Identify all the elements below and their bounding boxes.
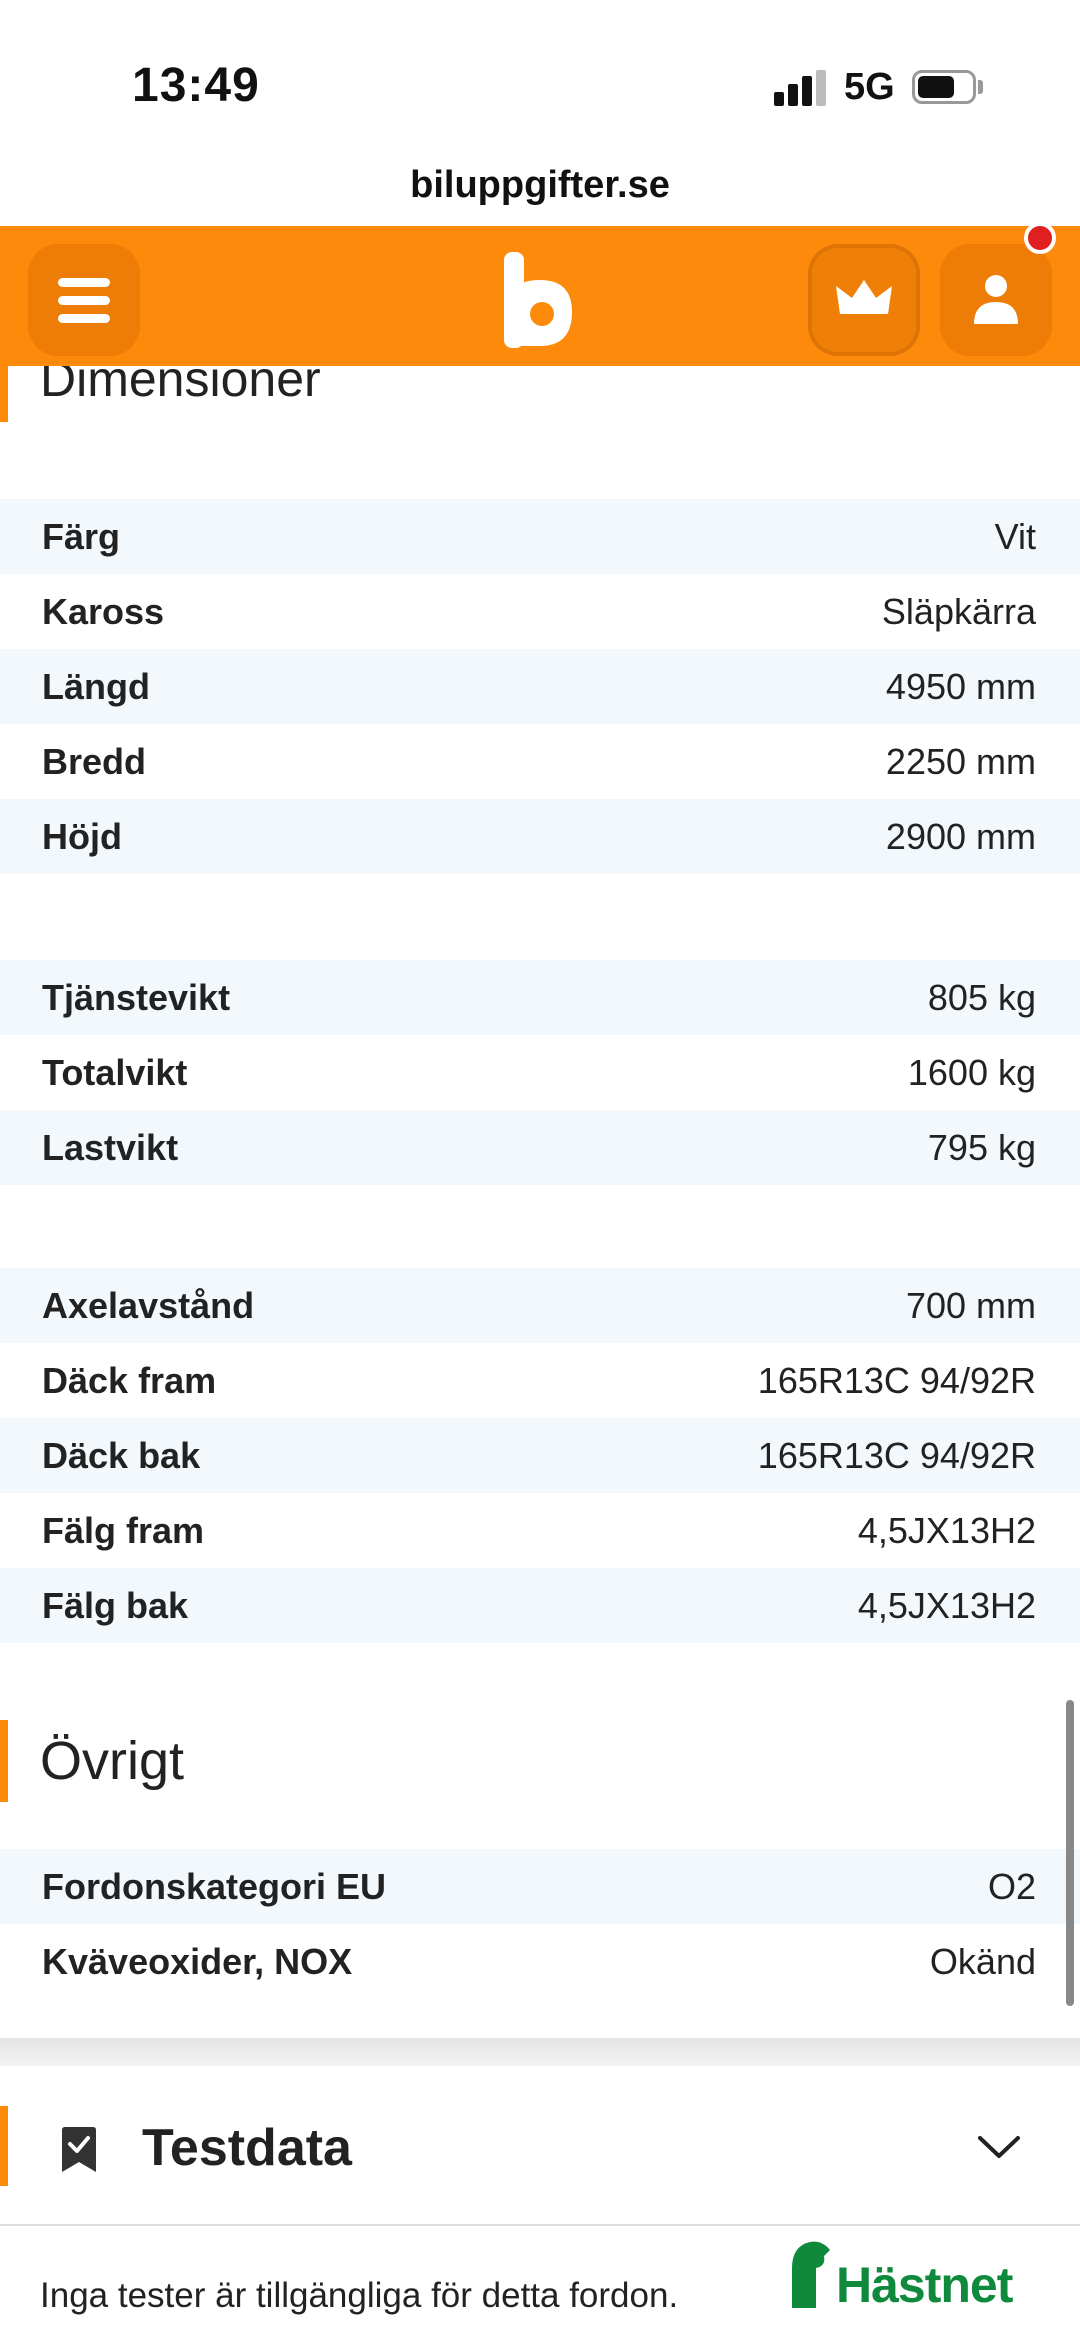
table-row: Höjd 2900 mm [0,799,1080,874]
row-label: Längd [42,665,150,707]
section-accent [0,2106,8,2186]
row-label: Totalvikt [42,1051,188,1093]
row-label: Bredd [42,740,147,782]
row-value: Okänd [929,1940,1036,1982]
table-row: Tjänstevikt 805 kg [0,960,1080,1035]
row-value: 165R13C 94/92R [757,1434,1036,1476]
table-row: Däck fram 165R13C 94/92R [0,1343,1080,1418]
premium-button[interactable] [808,244,920,356]
accordion-title: Testdata [142,2119,352,2177]
chevron-down-icon[interactable] [976,2132,1022,2162]
row-label: Lastvikt [42,1126,179,1168]
row-label: Tjänstevikt [42,976,231,1018]
network-label: 5G [844,66,895,108]
row-value: 700 mm [905,1284,1036,1326]
user-icon [974,275,1018,324]
row-label: Däck fram [42,1359,217,1401]
row-label: Fälg fram [42,1509,205,1551]
row-value: 805 kg [927,976,1036,1018]
dimensions-table-1: Färg Vit Kaross Släpkärra Längd 4950 mm Bre… [0,499,1080,874]
hastnet-logo-text[interactable]: Hästnet [836,2256,1013,2314]
row-value: 1600 kg [907,1051,1036,1093]
section-title-ovrigt: Övrigt [40,1731,185,1791]
row-label: Höjd [42,815,122,857]
profile-button[interactable] [940,244,1052,356]
crown-icon [836,280,892,314]
url-bar[interactable]: biluppgifter.se [0,164,1080,207]
row-value: 4950 mm [885,665,1036,707]
table-row: Kväveoxider, NOX Okänd [0,1924,1080,1999]
signal-icon [774,70,826,106]
dimensions-table-3: Axelavstånd 700 mm Däck fram 165R13C 94/92… [0,1268,1080,1643]
row-label: Kväveoxider, NOX [42,1940,353,1982]
table-row: Däck bak 165R13C 94/92R [0,1418,1080,1493]
table-row: Axelavstånd 700 mm [0,1268,1080,1343]
dimensions-table-2: Tjänstevikt 805 kg Totalvikt 1600 kg Lastv… [0,960,1080,1185]
section-divider [0,2038,1080,2066]
no-tests-message: Inga tester är tillgängliga för detta fo… [40,2276,679,2315]
table-row: Kaross Släpkärra [0,574,1080,649]
row-value: O2 [987,1865,1036,1907]
row-value: 2250 mm [885,740,1036,782]
ovrigt-table: Fordonskategori EU O2 Kväveoxider, NOX Okä… [0,1849,1080,1999]
table-row: Fälg fram 4,5JX13H2 [0,1493,1080,1568]
table-row: Lastvikt 795 kg [0,1110,1080,1185]
row-label: Fälg bak [42,1584,189,1626]
table-row: Fordonskategori EU O2 [0,1849,1080,1924]
hamburger-icon [58,278,110,287]
row-label: Fordonskategori EU [42,1865,387,1907]
row-value: 165R13C 94/92R [757,1359,1036,1401]
table-row: Bredd 2250 mm [0,724,1080,799]
row-value: Släpkärra [881,590,1036,632]
row-value: 795 kg [927,1126,1036,1168]
site-logo[interactable] [500,246,580,356]
bookmark-check-icon [62,2127,96,2172]
row-value: 2900 mm [885,815,1036,857]
row-value: 4,5JX13H2 [857,1584,1036,1626]
section-accent [0,1720,8,1802]
table-row: Färg Vit [0,499,1080,574]
row-value: Vit [994,515,1036,557]
battery-cap [978,80,983,94]
site-header [0,226,1080,366]
notification-badge [1024,222,1056,254]
status-time: 13:49 [132,59,260,112]
table-row: Totalvikt 1600 kg [0,1035,1080,1110]
testdata-accordion[interactable]: Testdata [0,2066,1080,2226]
table-row: Längd 4950 mm [0,649,1080,724]
status-bar: 13:49 5G biluppgifter.se [0,0,1080,206]
row-label: Däck bak [42,1434,201,1476]
scrollbar[interactable] [1066,1700,1074,2006]
table-row: Fälg bak 4,5JX13H2 [0,1568,1080,1643]
row-label: Axelavstånd [42,1284,255,1326]
row-value: 4,5JX13H2 [857,1509,1036,1551]
menu-button[interactable] [28,244,140,356]
row-label: Kaross [42,590,165,632]
battery-icon [912,70,976,104]
row-label: Färg [42,515,121,557]
